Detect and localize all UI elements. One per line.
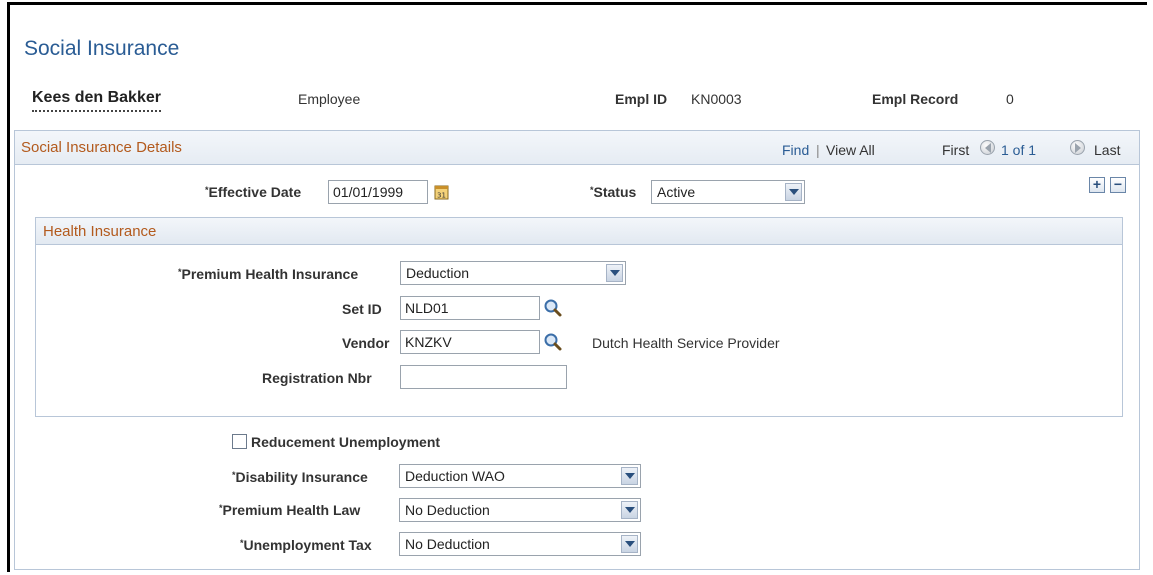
registration-nbr-input[interactable]	[400, 365, 567, 389]
set-id-label: Set ID	[342, 301, 382, 317]
premium-health-insurance-select[interactable]: Deduction	[400, 261, 626, 285]
nav-separator: |	[816, 142, 820, 158]
reducement-unemployment-checkbox[interactable]	[232, 434, 247, 449]
details-header: Social Insurance Details Find | View All…	[15, 131, 1139, 165]
row-count: 1 of 1	[1001, 142, 1037, 158]
chevron-down-icon[interactable]	[606, 264, 623, 282]
employee-type: Employee	[298, 91, 361, 107]
chevron-down-icon[interactable]	[785, 183, 802, 201]
set-id-input[interactable]	[400, 296, 540, 320]
status-select[interactable]: Active	[651, 180, 805, 204]
health-insurance-title: Health Insurance	[43, 223, 157, 240]
unemployment-tax-select[interactable]: No Deduction	[399, 532, 641, 556]
premium-health-insurance-label: *Premium Health Insurance	[178, 266, 359, 282]
delete-row-button[interactable]: −	[1110, 177, 1126, 193]
status-label: *Status	[590, 184, 637, 200]
next-arrow-icon[interactable]	[1070, 140, 1085, 155]
view-all-link[interactable]: View All	[826, 142, 875, 158]
svg-text:31: 31	[437, 192, 446, 200]
premium-health-law-value: No Deduction	[405, 502, 490, 518]
employee-name[interactable]: Kees den Bakker	[32, 89, 161, 112]
unemployment-tax-label-text: Unemployment Tax	[243, 537, 372, 553]
registration-nbr-label: Registration Nbr	[262, 370, 372, 386]
disability-insurance-label: *Disability Insurance	[232, 469, 368, 485]
emplid-value: KN0003	[691, 91, 742, 107]
emplid-label: Empl ID	[615, 91, 668, 107]
premium-health-insurance-label-text: Premium Health Insurance	[181, 266, 359, 282]
effective-date-input[interactable]	[328, 180, 428, 204]
status-value: Active	[657, 184, 696, 200]
effective-date-label: *Effective Date	[205, 184, 302, 200]
page-title: Social Insurance	[24, 37, 180, 60]
first-label: First	[942, 142, 970, 158]
find-link[interactable]: Find	[782, 142, 809, 158]
premium-health-law-label-text: Premium Health Law	[222, 502, 361, 518]
chevron-down-icon[interactable]	[621, 501, 638, 519]
premium-health-law-label: *Premium Health Law	[219, 502, 361, 518]
emplrecord-label: Empl Record	[872, 91, 959, 107]
disability-insurance-value: Deduction WAO	[405, 468, 505, 484]
reducement-unemployment-label: Reducement Unemployment	[251, 434, 441, 450]
page-frame: Social Insurance Kees den Bakker Employe…	[7, 2, 1147, 572]
vendor-description: Dutch Health Service Provider	[592, 335, 780, 351]
chevron-down-icon[interactable]	[621, 535, 638, 553]
disability-insurance-select[interactable]: Deduction WAO	[399, 464, 641, 488]
last-label: Last	[1094, 142, 1121, 158]
unemployment-tax-value: No Deduction	[405, 536, 490, 552]
vendor-input[interactable]	[400, 330, 540, 354]
health-header: Health Insurance	[36, 218, 1122, 245]
previous-arrow-icon[interactable]	[980, 140, 995, 155]
magnifier-icon[interactable]	[543, 332, 563, 352]
add-row-button[interactable]: +	[1089, 177, 1105, 193]
chevron-down-icon[interactable]	[621, 467, 638, 485]
emplrecord-value: 0	[1006, 91, 1014, 107]
health-insurance-section: Health Insurance *Premium Health Insuran…	[35, 217, 1123, 417]
vendor-label: Vendor	[342, 335, 390, 351]
calendar-icon[interactable]: 31	[434, 184, 450, 200]
disability-insurance-label-text: Disability Insurance	[235, 469, 368, 485]
premium-health-insurance-value: Deduction	[406, 265, 470, 281]
details-title: Social Insurance Details	[21, 139, 182, 156]
unemployment-tax-label: *Unemployment Tax	[240, 537, 372, 553]
premium-health-law-select[interactable]: No Deduction	[399, 498, 641, 522]
effective-date-label-text: Effective Date	[208, 184, 302, 200]
magnifier-icon[interactable]	[543, 298, 563, 318]
status-label-text: Status	[593, 184, 637, 200]
